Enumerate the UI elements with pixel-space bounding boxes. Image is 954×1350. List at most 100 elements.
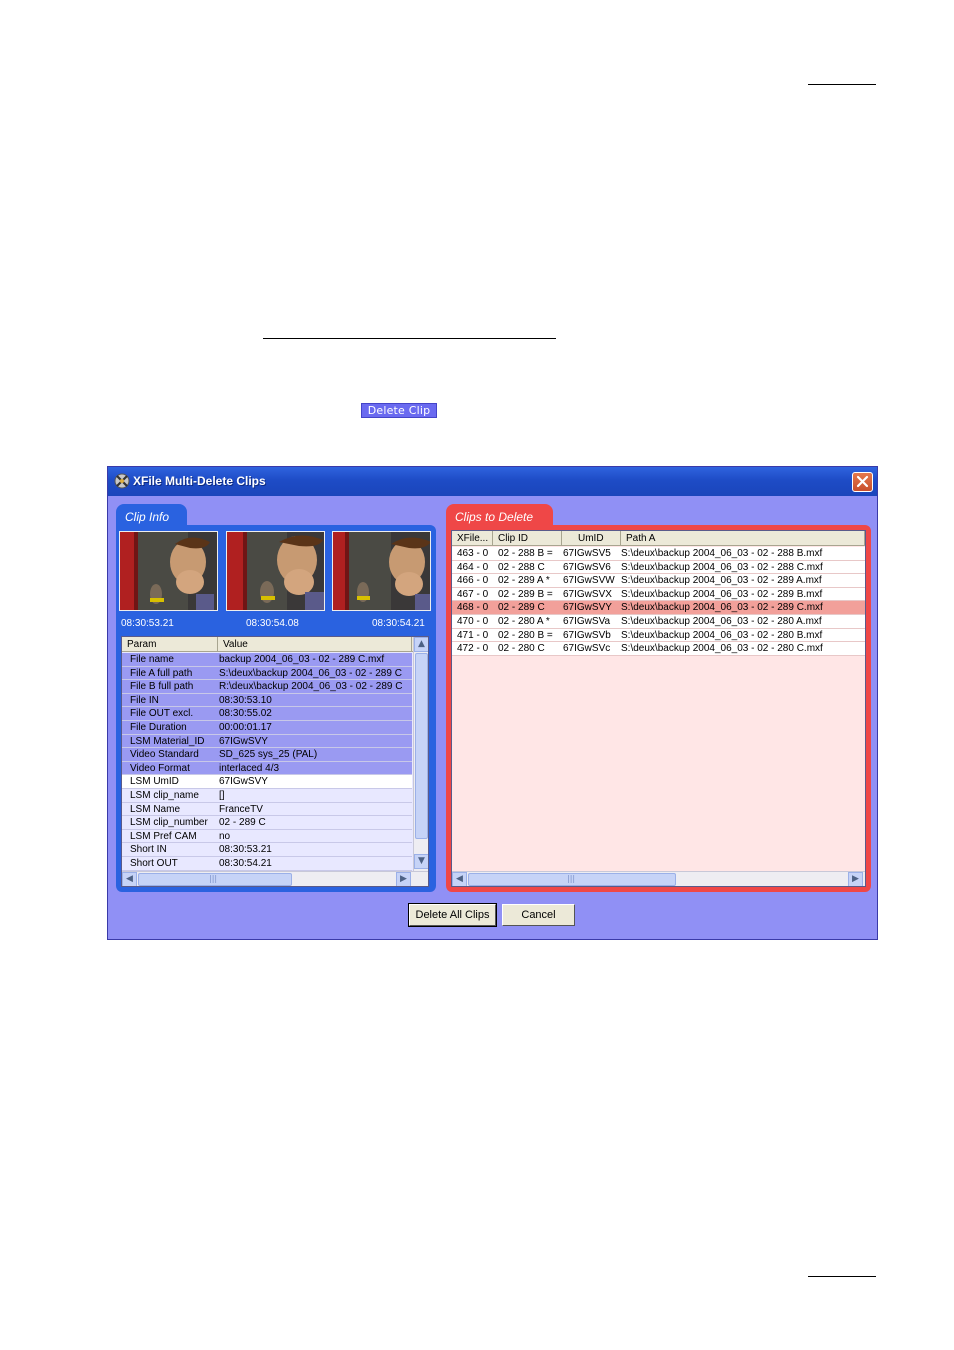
xfile-cell: 472 - 0 (457, 643, 489, 655)
table-row[interactable]: LSM Pref CAM no (122, 829, 412, 844)
value-cell: no (219, 830, 231, 842)
value-cell: backup 2004_06_03 - 02 - 289 C.mxf (219, 654, 385, 665)
clips-horizontal-scrollbar[interactable]: ◀ ||| ▶ (452, 871, 865, 886)
table-row[interactable]: File Duration 00:00:01.17 (122, 721, 412, 735)
table-row[interactable]: Short OUT 08:30:54.21 (122, 857, 412, 871)
table-row[interactable]: 470 - 0 02 - 280 A * 67IGwSVa S:\deux\backu… (452, 615, 865, 629)
param-cell: LSM Pref CAM (130, 830, 197, 842)
value-cell: 08:30:55.02 (219, 708, 272, 720)
table-row[interactable]: LSM Material_ID 67IGwSVY (122, 734, 412, 749)
xfile-cell: 468 - 0 (457, 602, 489, 614)
clips-scroll-right-button[interactable]: ▶ (848, 872, 863, 886)
path-cell: S:\deux\backup 2004_06_03 - 02 - 280 A.m… (621, 616, 822, 627)
clips-header: XFile... Clip ID UmID Path A (452, 531, 865, 546)
table-row[interactable]: 468 - 0 02 - 289 C 67IGwSVY S:\deux\backup … (452, 601, 865, 615)
table-row[interactable]: 463 - 0 02 - 288 B = 67IGwSV5 S:\deux\backu… (452, 547, 865, 561)
param-cell: File A full path (130, 667, 193, 679)
xfile-cell: 466 - 0 (457, 575, 489, 587)
param-cell: Short IN (130, 844, 167, 856)
cancel-button[interactable]: Cancel (502, 904, 575, 926)
param-cell: LSM clip_number (130, 817, 208, 829)
table-row[interactable]: LSM clip_name [] (122, 789, 412, 803)
column-header-value[interactable]: Value (218, 637, 412, 652)
clip-id-cell: 02 - 280 A * (498, 616, 550, 627)
path-cell: S:\deux\backup 2004_06_03 - 02 - 289 B.m… (621, 588, 823, 600)
value-cell: 08:30:54.21 (219, 858, 272, 869)
horizontal-scroll-thumb[interactable]: ||| (138, 873, 292, 886)
vertical-scrollbar[interactable]: ▲ ▼ (413, 637, 428, 871)
title-bar[interactable]: XFile Multi-Delete Clips (108, 467, 877, 496)
table-row[interactable]: File B full path R:\deux\backup 2004_06_0… (122, 680, 412, 694)
underline-rule (263, 338, 556, 339)
column-header-clip-id[interactable]: Clip ID (493, 531, 562, 546)
table-row[interactable]: Video Standard SD_625 sys_25 (PAL) (122, 748, 412, 762)
header-rule (808, 84, 876, 85)
value-cell: 67IGwSVY (219, 776, 268, 788)
video-frame-image (227, 532, 324, 610)
param-cell: LSM UmID (130, 776, 179, 788)
umid-cell: 67IGwSVa (563, 616, 611, 627)
table-row[interactable]: Video Format interlaced 4/3 (122, 761, 412, 776)
clip-id-cell: 02 - 289 C (498, 602, 545, 614)
table-row[interactable]: 471 - 0 02 - 280 B = 67IGwSVb S:\deux\backu… (452, 628, 865, 643)
table-row[interactable]: LSM UmID 67IGwSVY (122, 775, 412, 789)
param-cell: File IN (130, 694, 159, 706)
param-cell: Video Format (130, 762, 190, 774)
table-row[interactable]: LSM Name FranceTV (122, 802, 412, 817)
close-icon (856, 475, 869, 488)
clip-id-cell: 02 - 289 B = (498, 588, 553, 600)
clip-id-cell: 02 - 280 B = (498, 629, 553, 641)
column-header-xfile[interactable]: XFile... (452, 531, 493, 546)
table-row[interactable]: File name backup 2004_06_03 - 02 - 289 C.… (122, 653, 412, 667)
delete-clip-inline-button: Delete Clip (361, 403, 437, 418)
value-cell: [] (219, 790, 225, 801)
table-row[interactable]: LSM clip_number 02 - 289 C (122, 816, 412, 830)
xfile-cell: 467 - 0 (457, 588, 489, 600)
clips-scroll-grip: ||| (567, 874, 576, 883)
video-frame-image (333, 532, 430, 610)
column-header-path-a[interactable]: Path A (621, 531, 865, 546)
umid-cell: 67IGwSV5 (563, 548, 611, 559)
column-header-umid[interactable]: UmID (562, 531, 621, 546)
table-row[interactable]: 466 - 0 02 - 289 A * 67IGwSVW S:\deux\backu… (452, 574, 865, 588)
timecode-mid: 08:30:54.08 (246, 618, 299, 629)
timecode-out: 08:30:54.21 (372, 618, 425, 629)
scroll-right-button[interactable]: ▶ (396, 872, 411, 886)
table-row[interactable]: 472 - 0 02 - 280 C 67IGwSVc S:\deux\backup … (452, 642, 865, 656)
table-row[interactable]: File A full path S:\deux\backup 2004_06_0… (122, 666, 412, 681)
umid-cell: 67IGwSVX (563, 588, 612, 600)
clips-scroll-left-button[interactable]: ◀ (452, 872, 467, 886)
column-header-param[interactable]: Param (122, 637, 218, 652)
value-cell: 00:00:01.17 (219, 722, 272, 733)
value-cell: interlaced 4/3 (219, 762, 280, 774)
scroll-down-button[interactable]: ▼ (414, 854, 428, 869)
value-cell: FranceTV (219, 803, 263, 815)
table-row[interactable]: Short IN 08:30:53.21 (122, 843, 412, 857)
scroll-grip: ||| (209, 874, 218, 883)
clips-horizontal-scroll-thumb[interactable]: ||| (468, 873, 676, 886)
close-button[interactable] (852, 472, 873, 492)
umid-cell: 67IGwSV6 (563, 561, 611, 573)
value-cell: 08:30:53.21 (219, 844, 272, 856)
table-row[interactable]: 467 - 0 02 - 289 B = 67IGwSVX S:\deux\backu… (452, 587, 865, 602)
delete-all-clips-button[interactable]: Delete All Clips (408, 903, 497, 927)
xfile-app-icon (114, 473, 130, 489)
vertical-scroll-thumb[interactable] (415, 653, 428, 839)
umid-cell: 67IGwSVb (563, 629, 611, 641)
thumbnail-frame-2 (226, 531, 325, 611)
clip-info-header: Param Value (122, 637, 428, 652)
table-row[interactable]: 464 - 0 02 - 288 C 67IGwSV6 S:\deux\backup … (452, 560, 865, 575)
table-row[interactable]: File OUT excl. 08:30:55.02 (122, 707, 412, 721)
thumbnail-frame-3 (332, 531, 431, 611)
tab-clip-info: Clip Info (116, 504, 187, 526)
thumbnail-frame-1 (119, 531, 218, 611)
scroll-left-button[interactable]: ◀ (122, 872, 137, 886)
umid-cell: 67IGwSVY (563, 602, 612, 614)
table-row[interactable]: File IN 08:30:53.10 (122, 693, 412, 708)
path-cell: S:\deux\backup 2004_06_03 - 02 - 280 B.m… (621, 629, 823, 641)
value-cell: 67IGwSVY (219, 735, 268, 747)
clip-id-cell: 02 - 288 C (498, 561, 545, 573)
horizontal-scrollbar[interactable]: ◀ ||| ▶ (122, 871, 428, 886)
scroll-up-button[interactable]: ▲ (414, 637, 428, 652)
param-cell: File name (130, 654, 174, 665)
